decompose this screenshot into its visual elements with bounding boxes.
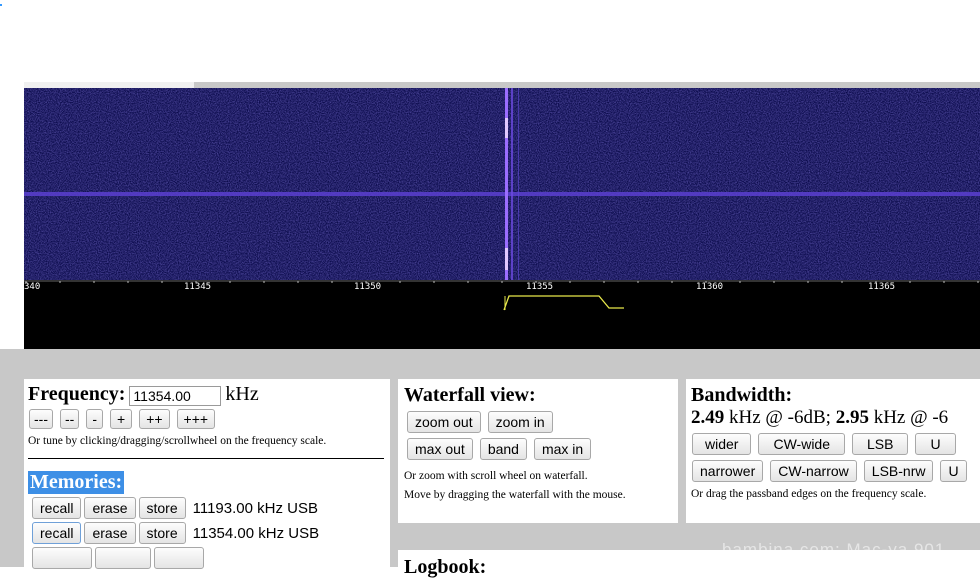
- signal-dash-2: [505, 248, 508, 270]
- signal-dash-1: [505, 118, 508, 138]
- frequency-input[interactable]: [129, 386, 222, 407]
- band-button[interactable]: band: [479, 438, 527, 460]
- zoom-out-button[interactable]: zoom out: [407, 411, 481, 433]
- bandwidth-60db-unit: kHz @ -6: [873, 407, 949, 428]
- frequency-unit: kHz: [225, 383, 259, 405]
- erase-button[interactable]: erase: [84, 497, 136, 520]
- waterfall-zoom-hint: Or zoom with scroll wheel on waterfall.: [404, 470, 588, 482]
- tick-label: 11345: [184, 282, 211, 292]
- erase-button[interactable]: [95, 547, 151, 570]
- bandwidth-readout: 2.49 kHz @ -6dB; 2.95 kHz @ -6: [686, 407, 980, 429]
- memories-title: Memories:: [28, 471, 125, 495]
- erase-button[interactable]: erase: [84, 522, 136, 545]
- waterfall-view-title: Waterfall view:: [404, 384, 536, 406]
- store-button[interactable]: [154, 547, 204, 570]
- memory-row: recall erase store 11354.00 kHz USB: [24, 519, 390, 545]
- store-button[interactable]: store: [138, 522, 186, 545]
- memory-row: recall erase store 11193.00 kHz USB: [24, 494, 390, 520]
- memory-value: 11193.00 kHz USB: [192, 500, 318, 518]
- frequency-scale[interactable]: 340 11345 11350 11355 11360 11365: [24, 280, 980, 349]
- recall-button[interactable]: [32, 547, 92, 570]
- tune-up-large-button[interactable]: +++: [176, 409, 216, 430]
- tick-label: 11360: [696, 282, 723, 292]
- memory-row-partial: [24, 544, 390, 574]
- narrower-button[interactable]: narrower: [692, 460, 764, 482]
- tune-down-large-button[interactable]: ---: [29, 409, 53, 430]
- store-button[interactable]: store: [138, 497, 186, 520]
- frequency-panel: Frequency: kHz --- -- - + ++ +++ Or tune…: [24, 379, 390, 570]
- recall-button[interactable]: recall: [32, 497, 82, 520]
- signal-line-2: [511, 88, 513, 280]
- bandwidth-panel: Bandwidth: 2.49 kHz @ -6dB; 2.95 kHz @ -…: [686, 379, 980, 523]
- lsb-narrow-button[interactable]: LSB-nrw: [863, 460, 934, 482]
- tune-up-medium-button[interactable]: ++: [139, 409, 170, 430]
- tune-down-medium-button[interactable]: --: [60, 409, 80, 430]
- bandwidth-hint: Or drag the passband edges on the freque…: [691, 488, 927, 500]
- signal-line-3: [518, 88, 519, 280]
- usb-button[interactable]: U: [915, 433, 956, 455]
- waterfall-drag-hint: Move by dragging the waterfall with the …: [404, 489, 626, 501]
- max-in-button[interactable]: max in: [533, 438, 592, 460]
- bandwidth-title: Bandwidth:: [691, 384, 793, 406]
- corner-dot: [0, 4, 2, 6]
- top-blank-area: [0, 0, 980, 82]
- zoom-in-button[interactable]: zoom in: [487, 411, 553, 433]
- passband-indicator: [503, 295, 624, 311]
- tick-label: 11365: [868, 282, 895, 292]
- tick-label: 340: [24, 282, 40, 292]
- waterfall-display[interactable]: [24, 88, 980, 280]
- max-out-button[interactable]: max out: [407, 438, 473, 460]
- frequency-hint: Or tune by clicking/dragging/scrollwheel…: [28, 435, 327, 448]
- usb-narrow-button[interactable]: U: [940, 460, 967, 482]
- bandwidth-6db-unit: kHz @ -6dB;: [729, 407, 831, 428]
- bandwidth-6db-value: 2.49: [691, 407, 725, 428]
- recall-button[interactable]: recall: [32, 522, 82, 545]
- separator-band: [0, 349, 980, 379]
- tick-label: 11355: [526, 282, 553, 292]
- frequency-title: Frequency:: [28, 383, 126, 405]
- tick-label: 11350: [354, 282, 381, 292]
- waterfall-horizontal-line: [24, 192, 980, 196]
- watermark-text: bambina.com: Mac-ya.901: [722, 540, 946, 559]
- waterfall-view-panel: Waterfall view: zoom out zoom in max out…: [398, 379, 678, 523]
- tune-down-small-button[interactable]: -: [86, 409, 103, 430]
- bandwidth-60db-value: 2.95: [835, 407, 869, 428]
- cw-wide-button[interactable]: CW-wide: [758, 433, 845, 455]
- cw-narrow-button[interactable]: CW-narrow: [770, 460, 857, 482]
- memory-value: 11354.00 kHz USB: [192, 525, 320, 543]
- tune-up-small-button[interactable]: +: [110, 409, 133, 430]
- lsb-button[interactable]: LSB: [852, 433, 909, 455]
- wider-button[interactable]: wider: [692, 433, 752, 455]
